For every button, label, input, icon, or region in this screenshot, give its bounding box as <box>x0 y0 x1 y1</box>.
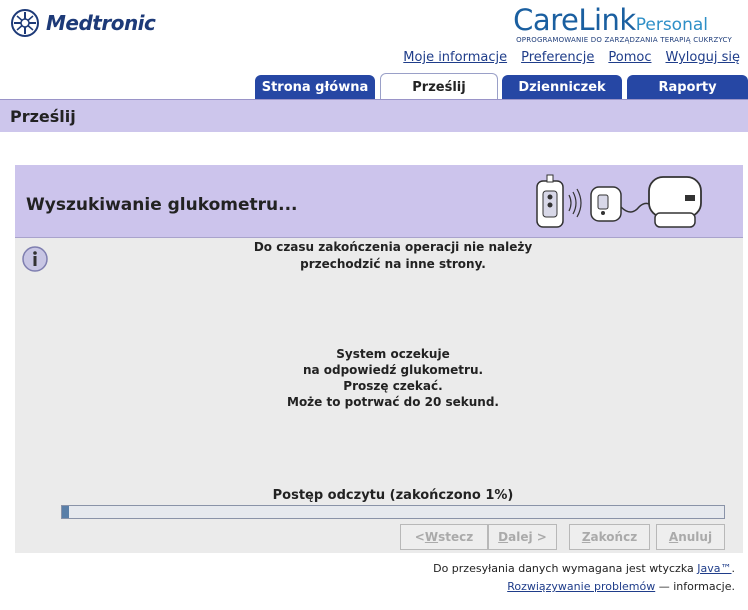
upload-panel: Wyszukiwanie glukometru... Do czasu zako… <box>15 165 743 553</box>
logo-text: Medtronic <box>46 11 156 35</box>
panel-heading: Wyszukiwanie glukometru... <box>26 195 298 215</box>
warning-line: przechodzić na inne strony. <box>300 257 486 271</box>
tab-reports[interactable]: Raporty <box>627 75 748 99</box>
footer: Do przesyłania danych wymagana jest wtyc… <box>433 560 735 596</box>
wait-line: System oczekuje <box>336 347 450 361</box>
brand-sub: Personal <box>635 15 708 35</box>
panel-header: Wyszukiwanie glukometru... <box>15 165 743 238</box>
tab-home[interactable]: Strona główna <box>255 75 375 99</box>
progress-bar-fill <box>62 506 69 518</box>
wait-line: Może to potrwać do 20 sekund. <box>287 395 499 409</box>
finish-button[interactable]: Zakończ <box>569 524 650 550</box>
troubleshooting-link[interactable]: Rozwiązywanie problemów <box>507 580 655 593</box>
back-button[interactable]: < Wstecz <box>400 524 488 550</box>
cancel-button[interactable]: Anuluj <box>656 524 725 550</box>
my-info-link[interactable]: Moje informacje <box>403 50 507 65</box>
progress-label: Postęp odczytu (zakończono 1%) <box>272 488 514 503</box>
tab-send[interactable]: Prześlij <box>380 73 498 100</box>
top-links: Moje informacje Preferencje Pomoc Wylogu… <box>403 50 740 65</box>
footer-line-java: Do przesyłania danych wymagana jest wtyc… <box>433 562 735 575</box>
help-link[interactable]: Pomoc <box>608 50 651 65</box>
page-title: Prześlij <box>10 107 76 126</box>
wait-line: na odpowiedź glukometru. <box>302 363 484 377</box>
info-icon <box>22 246 48 272</box>
meter-connection-illustration-icon <box>536 174 702 228</box>
footer-line-problems: Rozwiązywanie problemów — informacje. <box>507 580 735 593</box>
wait-line: Proszę czekać. <box>343 379 443 393</box>
carelink-brand: CareLinkPersonal <box>513 4 708 36</box>
java-link[interactable]: Java™ <box>697 562 731 575</box>
warning-message: Do czasu zakończenia operacji nie należy… <box>203 239 583 273</box>
next-button[interactable]: Dalej > <box>488 524 557 550</box>
progress-bar <box>61 505 725 519</box>
wait-message: System oczekuje na odpowiedź glukometru.… <box>203 346 583 410</box>
main-tabs: Strona główna Prześlij Dzienniczek Rapor… <box>0 73 748 100</box>
medtronic-logo: Medtronic <box>10 8 156 38</box>
brand-tagline: OPROGRAMOWANIE DO ZARZĄDZANIA TERAPIĄ CU… <box>516 36 732 44</box>
preferences-link[interactable]: Preferencje <box>521 50 594 65</box>
tab-diary[interactable]: Dzienniczek <box>502 75 622 99</box>
brand-main: CareLink <box>513 3 636 37</box>
logout-link[interactable]: Wyloguj się <box>665 50 740 65</box>
page-title-bar: Prześlij <box>0 99 748 132</box>
medtronic-logo-icon <box>11 9 39 37</box>
warning-line: Do czasu zakończenia operacji nie należy <box>253 240 533 254</box>
